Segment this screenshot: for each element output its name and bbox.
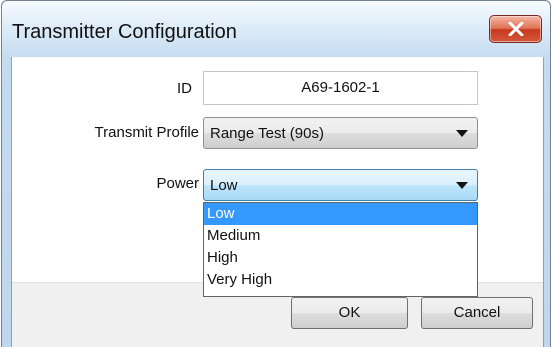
dialog-window: Transmitter Configuration ID A69-1602-1 … bbox=[1, 0, 551, 347]
power-option-high[interactable]: High bbox=[204, 247, 477, 269]
close-icon bbox=[508, 22, 524, 36]
power-option-low[interactable]: Low bbox=[204, 203, 477, 225]
dialog-content: ID A69-1602-1 Transmit Profile Range Tes… bbox=[11, 57, 544, 347]
ok-button[interactable]: OK bbox=[291, 297, 408, 329]
transmit-profile-dropdown[interactable]: Range Test (90s) bbox=[203, 117, 478, 149]
power-option-medium[interactable]: Medium bbox=[204, 225, 477, 247]
id-field[interactable]: A69-1602-1 bbox=[203, 71, 478, 105]
power-options-list: Low Medium High Very High bbox=[203, 202, 478, 297]
cancel-button[interactable]: Cancel bbox=[421, 297, 533, 329]
power-label: Power bbox=[156, 175, 199, 192]
chevron-down-icon bbox=[456, 130, 468, 137]
close-button[interactable] bbox=[489, 15, 542, 43]
transmit-profile-label: Transmit Profile bbox=[94, 124, 199, 141]
id-label: ID bbox=[177, 80, 192, 97]
power-dropdown[interactable]: Low bbox=[203, 169, 478, 201]
chevron-down-icon bbox=[456, 182, 468, 189]
transmit-profile-value: Range Test (90s) bbox=[210, 125, 324, 142]
window-title: Transmitter Configuration bbox=[12, 21, 237, 43]
power-option-very-high[interactable]: Very High bbox=[204, 269, 477, 291]
power-value: Low bbox=[210, 177, 238, 194]
